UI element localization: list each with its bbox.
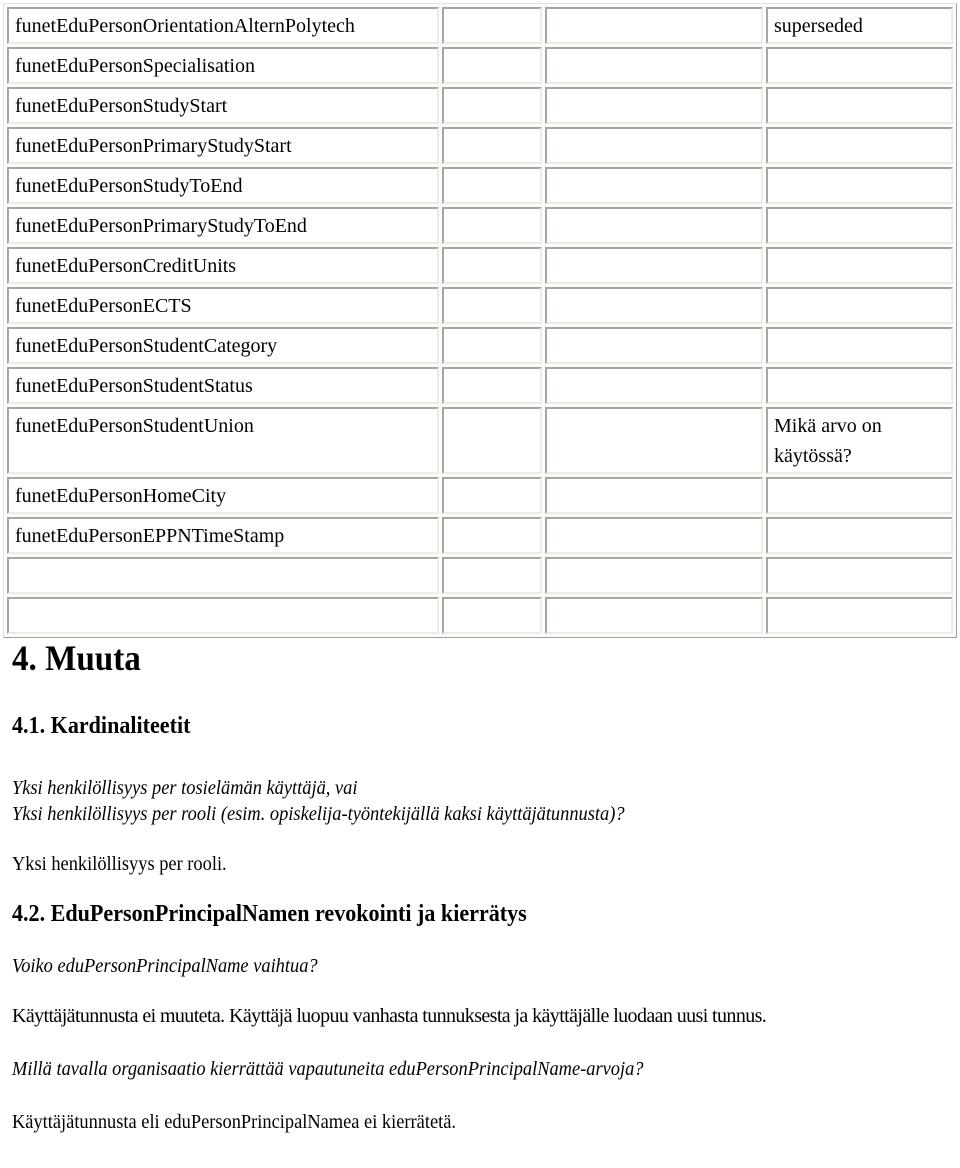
attribute-note-cell bbox=[766, 247, 953, 284]
table-row: funetEduPersonStudentStatus bbox=[7, 367, 953, 404]
table-row: funetEduPersonECTS bbox=[7, 287, 953, 324]
attribute-col3-cell bbox=[545, 207, 763, 244]
table-row: funetEduPersonOrientationAlternPolytech s… bbox=[7, 7, 953, 44]
question-eppn-change: Voiko eduPersonPrincipalName vaihtua? bbox=[12, 955, 318, 977]
attribute-col2-cell bbox=[442, 477, 542, 514]
attribute-name-cell: funetEduPersonCreditUnits bbox=[7, 247, 439, 284]
attribute-col2-cell bbox=[442, 557, 542, 594]
attribute-col3-cell bbox=[545, 557, 763, 594]
attribute-col3-cell bbox=[545, 477, 763, 514]
attribute-note-cell bbox=[766, 207, 953, 244]
attribute-name-cell: funetEduPersonStudentStatus bbox=[7, 367, 439, 404]
attribute-col3-cell bbox=[545, 167, 763, 204]
attribute-col2-cell bbox=[442, 517, 542, 554]
attribute-note-cell bbox=[766, 167, 953, 204]
answer-cardinality: Yksi henkilöllisyys per rooli. bbox=[12, 853, 227, 875]
attribute-col3-cell bbox=[545, 597, 763, 634]
section-heading-muuta: 4. Muuta bbox=[12, 638, 141, 678]
attribute-name-cell bbox=[7, 557, 439, 594]
attribute-name-cell bbox=[7, 597, 439, 634]
table-row: funetEduPersonStudyStart bbox=[7, 87, 953, 124]
attribute-name-cell: funetEduPersonECTS bbox=[7, 287, 439, 324]
attribute-col2-cell bbox=[442, 597, 542, 634]
answer-eppn-recycle: Käyttäjätunnusta eli eduPersonPrincipalN… bbox=[12, 1111, 457, 1133]
attribute-note-cell bbox=[766, 597, 953, 634]
attribute-note-cell bbox=[766, 367, 953, 404]
attribute-col2-cell bbox=[442, 287, 542, 324]
attribute-name-cell: funetEduPersonPrimaryStudyStart bbox=[7, 127, 439, 164]
attribute-name-cell: funetEduPersonHomeCity bbox=[7, 477, 439, 514]
attribute-note-cell bbox=[766, 327, 953, 364]
attribute-note-cell bbox=[766, 557, 953, 594]
attribute-name-cell: funetEduPersonStudyToEnd bbox=[7, 167, 439, 204]
attribute-col3-cell bbox=[545, 247, 763, 284]
attribute-col3-cell bbox=[545, 47, 763, 84]
attribute-col2-cell bbox=[442, 327, 542, 364]
table-row: funetEduPersonEPPNTimeStamp bbox=[7, 517, 953, 554]
attribute-note-cell bbox=[766, 47, 953, 84]
attribute-table-body: funetEduPersonOrientationAlternPolytech s… bbox=[7, 7, 953, 634]
attribute-note-cell: Mikä arvo on käytössä? bbox=[766, 407, 953, 474]
document-content: 4. Muuta 4.1. Kardinaliteetit Yksi henki… bbox=[12, 632, 942, 1135]
subsection-heading-eppn-revocation: 4.2. EduPersonPrincipalNamen revokointi … bbox=[12, 901, 527, 927]
attribute-col2-cell bbox=[442, 167, 542, 204]
attribute-col3-cell bbox=[545, 87, 763, 124]
attribute-name-cell: funetEduPersonStudentUnion bbox=[7, 407, 439, 474]
attribute-col2-cell bbox=[442, 247, 542, 284]
table-row: funetEduPersonCreditUnits bbox=[7, 247, 953, 284]
attribute-col3-cell bbox=[545, 407, 763, 474]
attribute-col2-cell bbox=[442, 407, 542, 474]
attribute-col3-cell bbox=[545, 7, 763, 44]
attribute-col3-cell bbox=[545, 517, 763, 554]
attribute-name-cell: funetEduPersonStudentCategory bbox=[7, 327, 439, 364]
attribute-name-cell: funetEduPersonPrimaryStudyToEnd bbox=[7, 207, 439, 244]
attribute-col3-cell bbox=[545, 287, 763, 324]
answer-eppn-change: Käyttäjätunnusta ei muuteta. Käyttäjä lu… bbox=[12, 1005, 767, 1027]
attribute-name-cell: funetEduPersonEPPNTimeStamp bbox=[7, 517, 439, 554]
attribute-col2-cell bbox=[442, 47, 542, 84]
attribute-col2-cell bbox=[442, 7, 542, 44]
table-row: funetEduPersonStudyToEnd bbox=[7, 167, 953, 204]
table-row: funetEduPersonPrimaryStudyToEnd bbox=[7, 207, 953, 244]
attribute-col2-cell bbox=[442, 367, 542, 404]
attribute-col2-cell bbox=[442, 127, 542, 164]
attribute-note-cell bbox=[766, 87, 953, 124]
attribute-col2-cell bbox=[442, 207, 542, 244]
question-eppn-recycle: Millä tavalla organisaatio kierrättää va… bbox=[12, 1058, 644, 1080]
attribute-table: funetEduPersonOrientationAlternPolytech s… bbox=[3, 3, 957, 638]
attribute-note-cell: superseded bbox=[766, 7, 953, 44]
attribute-name-cell: funetEduPersonOrientationAlternPolytech bbox=[7, 7, 439, 44]
table-row bbox=[7, 557, 953, 594]
table-row: funetEduPersonSpecialisation bbox=[7, 47, 953, 84]
attribute-col3-cell bbox=[545, 127, 763, 164]
table-row bbox=[7, 597, 953, 634]
subsection-heading-kardinaliteetit: 4.1. Kardinaliteetit bbox=[12, 713, 191, 739]
table-row: funetEduPersonPrimaryStudyStart bbox=[7, 127, 953, 164]
attribute-name-cell: funetEduPersonSpecialisation bbox=[7, 47, 439, 84]
attribute-name-cell: funetEduPersonStudyStart bbox=[7, 87, 439, 124]
table-row: funetEduPersonStudentCategory bbox=[7, 327, 953, 364]
question-cardinality-line2: Yksi henkilöllisyys per rooli (esim. opi… bbox=[12, 803, 625, 825]
attribute-col3-cell bbox=[545, 367, 763, 404]
attribute-note-cell bbox=[766, 287, 953, 324]
question-cardinality-line1: Yksi henkilöllisyys per tosielämän käytt… bbox=[12, 777, 358, 799]
attribute-col3-cell bbox=[545, 327, 763, 364]
attribute-col2-cell bbox=[442, 87, 542, 124]
table-row: funetEduPersonStudentUnion Mikä arvo on k… bbox=[7, 407, 953, 474]
attribute-note-cell bbox=[766, 517, 953, 554]
table-row: funetEduPersonHomeCity bbox=[7, 477, 953, 514]
attribute-note-cell bbox=[766, 127, 953, 164]
attribute-note-cell bbox=[766, 477, 953, 514]
